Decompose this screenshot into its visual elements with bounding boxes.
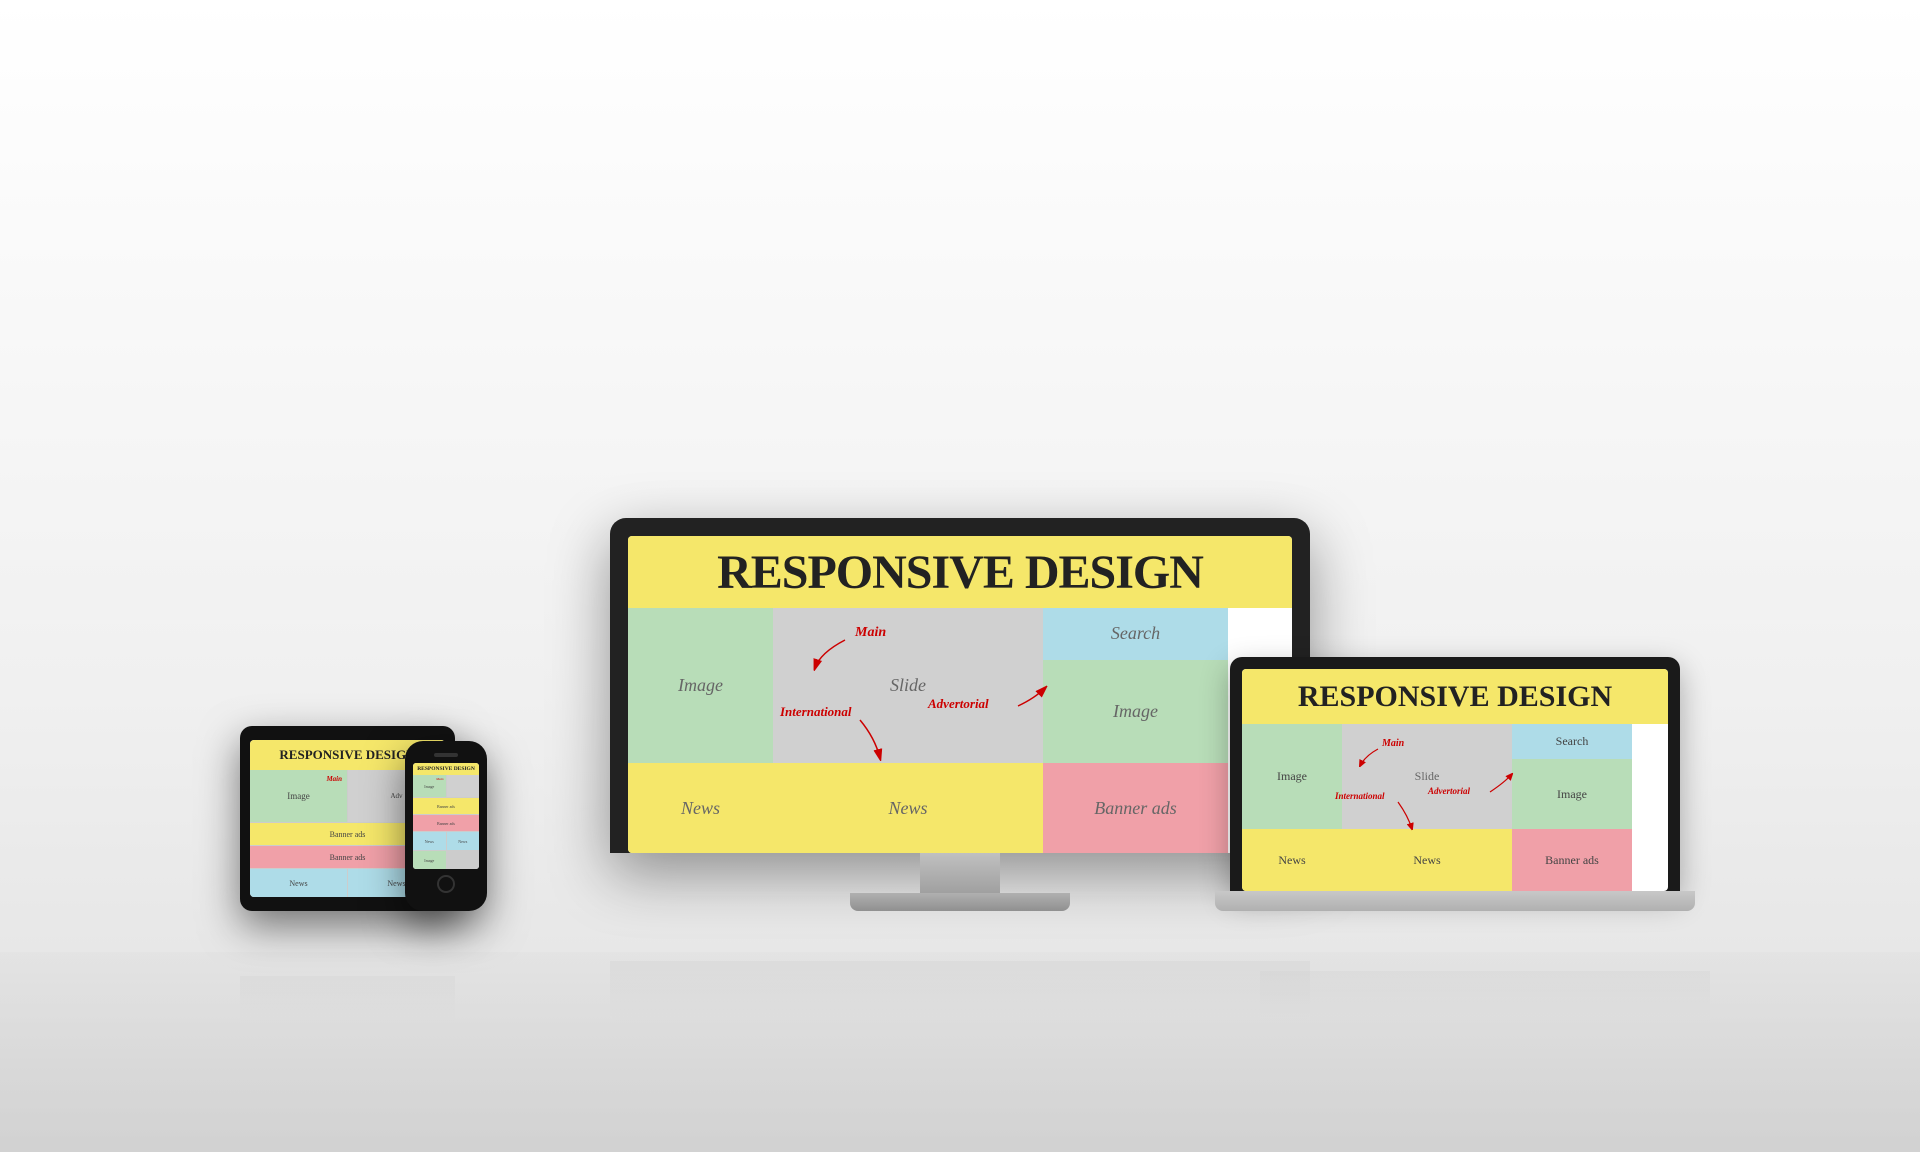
desktop-mock-header: RESPONSIVE DESIGN	[628, 536, 1292, 608]
tablet-news2-label: News	[387, 879, 405, 888]
desktop-right-column: Search Image	[1043, 608, 1228, 763]
laptop-header-text: RESPONSIVE DESIGN	[1298, 680, 1612, 714]
phone-main-anno: Main	[436, 777, 443, 781]
tablet-news1-cell: News	[250, 869, 347, 897]
tablet-news1-label: News	[289, 879, 307, 888]
laptop-banner-label: Banner ads	[1545, 853, 1599, 868]
phone-screen: RESPONSIVE DESIGN Image Main Banner ads …	[413, 763, 479, 869]
phone-header-text: RESPONSIVE DESIGN	[416, 766, 476, 772]
laptop-news2-cell: News	[1342, 829, 1512, 891]
phone-news2-label: News	[458, 839, 467, 844]
monitor-screen: RESPONSIVE DESIGN Image Slide	[628, 536, 1292, 853]
phone-news2-cell: News	[447, 832, 480, 850]
phone-content-grid: Image Main Banner ads Banner ads News Ne…	[413, 775, 479, 869]
tablet-reflection	[240, 976, 455, 1021]
laptop-search-cell: Search	[1512, 724, 1632, 759]
desktop-image2-label: Image	[1113, 701, 1158, 722]
desktop-slide-label: Slide	[890, 675, 926, 696]
tablet-header-text: RESPONSIVE DESIGN	[279, 747, 415, 762]
desktop-content-grid: Image Slide Search	[628, 608, 1292, 853]
phone-banner1-cell: Banner ads	[413, 798, 479, 814]
tablet-banner2-label: Banner ads	[330, 853, 366, 862]
laptop-reflection	[1260, 971, 1710, 1021]
phone-image-cell: Image Main	[413, 775, 446, 797]
laptop-slide-cell: Slide	[1342, 724, 1512, 829]
desktop-news1-cell: News	[628, 763, 773, 853]
scene: RESPONSIVE DESIGN Image Main Adv Banner …	[210, 101, 1710, 1051]
laptop-news1-label: News	[1278, 853, 1305, 868]
laptop-search-label: Search	[1556, 734, 1589, 749]
tablet-image-label: Image	[287, 791, 310, 801]
laptop-screen: RESPONSIVE DESIGN Image Slide Search	[1242, 669, 1668, 891]
phone-speaker	[434, 753, 458, 757]
laptop-device: RESPONSIVE DESIGN Image Slide Search	[1230, 657, 1710, 911]
desktop-search-cell: Search	[1043, 608, 1228, 660]
desktop-news2-label: News	[888, 798, 927, 819]
phone-news1-cell: News	[413, 832, 446, 850]
laptop-banner-cell: Banner ads	[1512, 829, 1632, 891]
phone-img2-label: Image	[424, 858, 434, 863]
phone-mock-header: RESPONSIVE DESIGN	[413, 763, 479, 775]
laptop-slide-label: Slide	[1415, 769, 1440, 784]
phone-frame: RESPONSIVE DESIGN Image Main Banner ads …	[405, 741, 487, 911]
phone-banner1-label: Banner ads	[437, 804, 455, 809]
laptop-news1-cell: News	[1242, 829, 1342, 891]
desktop-news1-label: News	[681, 798, 720, 819]
tablet-image-cell: Image Main	[250, 770, 347, 822]
tablet-main-label: Main	[326, 775, 342, 783]
desktop-banner-label: Banner ads	[1094, 798, 1177, 819]
phone-banner2-cell: Banner ads	[413, 815, 479, 831]
laptop-screen-part: RESPONSIVE DESIGN Image Slide Search	[1230, 657, 1680, 891]
phone-gray-cell	[447, 775, 480, 797]
monitor-reflection	[610, 961, 1310, 1021]
laptop-right-column: Search Image	[1512, 724, 1632, 829]
desktop-image1-label: Image	[678, 675, 723, 696]
laptop-image2-cell: Image	[1512, 759, 1632, 829]
desktop-monitor: RESPONSIVE DESIGN Image Slide	[610, 518, 1310, 911]
monitor-stand-neck	[920, 853, 1000, 893]
laptop-content-grid: Image Slide Search Image Ne	[1242, 724, 1668, 891]
laptop-image1-cell: Image	[1242, 724, 1342, 829]
phone-image-label: Image	[424, 784, 434, 789]
monitor-stand-base	[850, 893, 1070, 911]
phone-news1-label: News	[425, 839, 434, 844]
phone-banner2-label: Banner ads	[437, 821, 455, 826]
desktop-news2-cell: News	[773, 763, 1043, 853]
laptop-image2-label: Image	[1557, 787, 1587, 802]
desktop-slide-cell: Slide	[773, 608, 1043, 763]
desktop-header-text: RESPONSIVE DESIGN	[717, 545, 1203, 600]
desktop-mock-site: RESPONSIVE DESIGN Image Slide	[628, 536, 1292, 853]
laptop-news2-label: News	[1413, 853, 1440, 868]
phone-img2-cell: Image	[413, 851, 446, 869]
laptop-image1-label: Image	[1277, 769, 1307, 784]
phone-home-button	[437, 875, 455, 893]
laptop-mock-header: RESPONSIVE DESIGN	[1242, 669, 1668, 724]
laptop-base	[1215, 891, 1695, 911]
phone-device: RESPONSIVE DESIGN Image Main Banner ads …	[405, 741, 487, 911]
tablet-adv-label: Adv	[390, 792, 402, 800]
monitor-frame: RESPONSIVE DESIGN Image Slide	[610, 518, 1310, 853]
desktop-image2-cell: Image	[1043, 660, 1228, 763]
desktop-image1-cell: Image	[628, 608, 773, 763]
desktop-banner-cell: Banner ads	[1043, 763, 1228, 853]
desktop-search-label: Search	[1111, 623, 1160, 644]
tablet-banner1-label: Banner ads	[330, 830, 366, 839]
